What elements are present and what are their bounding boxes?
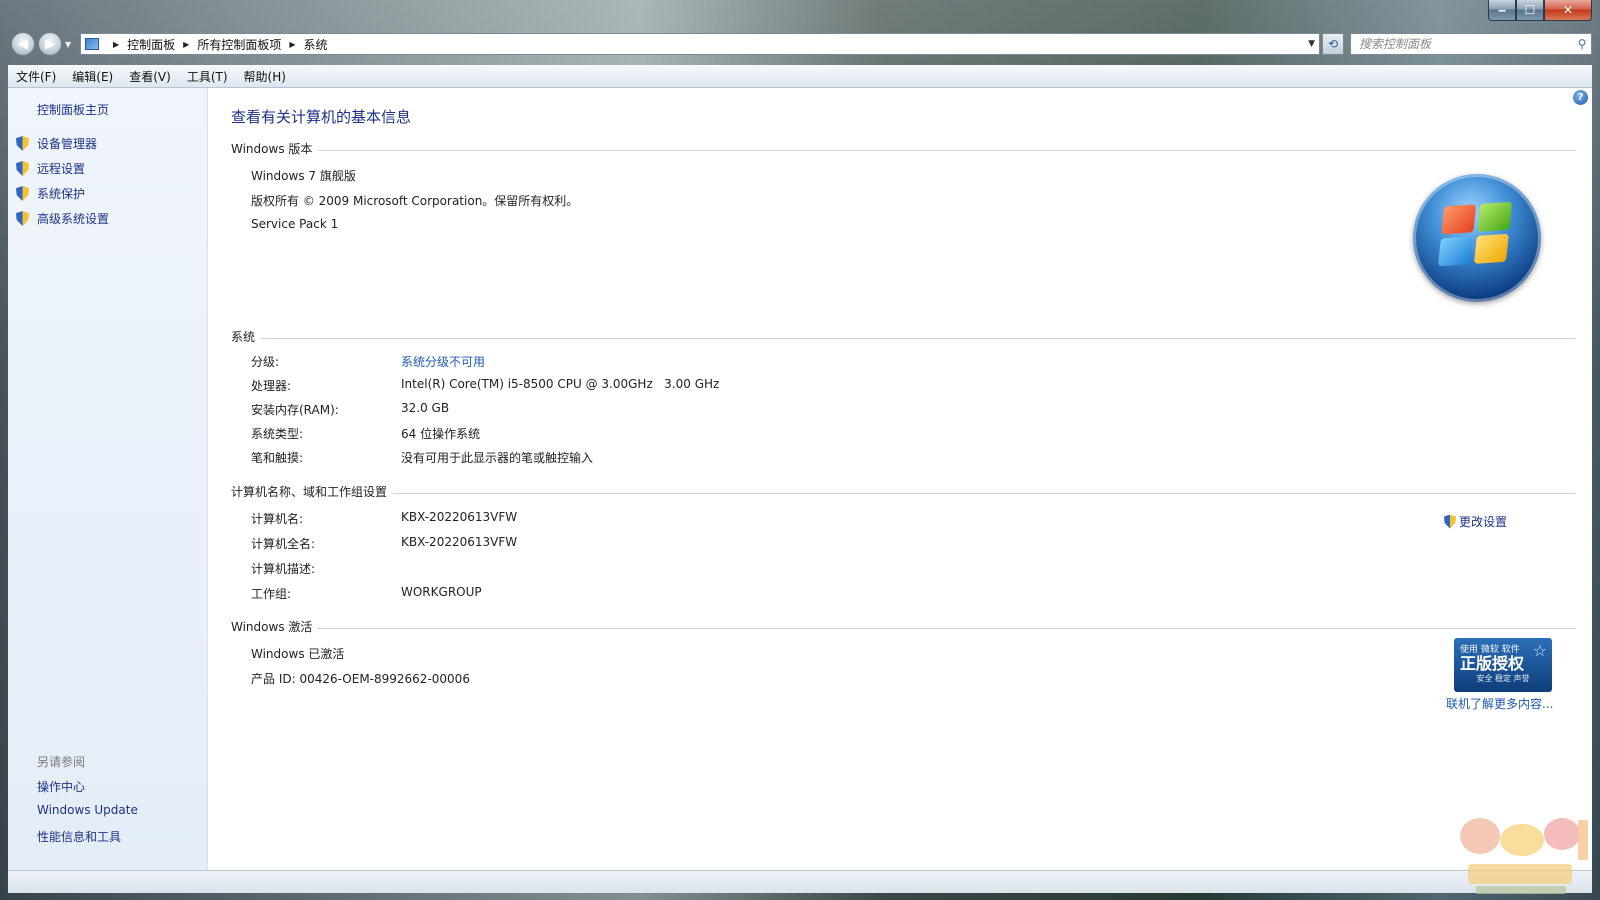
computer-name-value: KBX-20220613VFW (401, 510, 518, 524)
windows-flag-icon (1437, 201, 1515, 269)
sidebar-item-label: 高级系统设置 (37, 212, 110, 226)
windows-logo (1413, 174, 1541, 302)
star-icon: ☆ (1532, 641, 1547, 660)
section-system: 系统 (231, 328, 1576, 345)
windows-edition: Windows 7 旗舰版 (251, 169, 356, 183)
menu-edit[interactable]: 编辑(E) (64, 68, 121, 85)
section-windows-edition: Windows 版本 (231, 140, 1576, 157)
sidebar-item-label: 系统保护 (37, 187, 86, 201)
section-divider (261, 337, 1576, 339)
workgroup-value: WORKGROUP (401, 585, 482, 599)
chevron-right-icon[interactable]: ▶ (289, 40, 295, 49)
workgroup-label: 工作组: (251, 587, 292, 601)
maximize-button[interactable]: ☐ (1516, 0, 1544, 21)
forward-button[interactable]: ▶ (38, 32, 62, 56)
see-also-heading: 另请参阅 (37, 755, 86, 769)
ram-value: 32.0 GB (401, 401, 450, 415)
sidebar: 控制面板主页 设备管理器 远程设置 系统保护 高级系统设置 另请参阅 操作中心 … (8, 88, 208, 870)
rating-label: 分级: (251, 355, 280, 369)
chevron-right-icon[interactable]: ▶ (113, 40, 119, 49)
breadcrumb-control-panel[interactable]: 控制面板 (127, 36, 175, 53)
breadcrumb-all-items[interactable]: 所有控制面板项 (197, 36, 281, 53)
pen-touch-label: 笔和触摸: (251, 451, 304, 465)
menu-file[interactable]: 文件(F) (8, 68, 64, 85)
full-name-label: 计算机全名: (251, 537, 316, 551)
section-title: Windows 版本 (231, 142, 313, 156)
control-panel-icon (85, 38, 99, 50)
menu-bar: 文件(F) 编辑(E) 查看(V) 工具(T) 帮助(H) (8, 65, 1592, 88)
product-id: 产品 ID: 00426-OEM-8992662-00006 (251, 672, 470, 686)
shield-icon (1444, 514, 1456, 529)
page-title: 查看有关计算机的基本信息 (231, 108, 412, 126)
arrow-right-icon: ▶ (45, 36, 55, 52)
pen-touch-value: 没有可用于此显示器的笔或触控输入 (401, 451, 594, 465)
genuine-badge[interactable]: 使用 微软 软件 正版授权 安全 稳定 声誉 ☆ (1454, 638, 1552, 692)
help-icon[interactable]: ? (1573, 90, 1588, 105)
section-title: 计算机名称、域和工作组设置 (231, 485, 388, 499)
section-divider (318, 149, 1576, 151)
system-type-value: 64 位操作系统 (401, 427, 481, 441)
section-activation: Windows 激活 (231, 618, 1576, 635)
breadcrumb-system[interactable]: 系统 (304, 36, 328, 53)
change-settings-label: 更改设置 (1459, 515, 1508, 529)
sidebar-item-remote-settings[interactable]: 远程设置 (16, 160, 85, 177)
menu-view[interactable]: 查看(V) (121, 68, 179, 85)
description-label: 计算机描述: (251, 562, 316, 576)
back-button[interactable]: ◀ (11, 32, 35, 56)
section-title: 系统 (231, 330, 256, 344)
minimize-button[interactable]: ‒ (1488, 0, 1516, 21)
arrow-left-icon: ◀ (18, 36, 28, 52)
content-area: 控制面板主页 设备管理器 远程设置 系统保护 高级系统设置 另请参阅 操作中心 … (8, 88, 1592, 870)
see-also-performance-tools[interactable]: 性能信息和工具 (37, 828, 121, 845)
full-name-value: KBX-20220613VFW (401, 535, 518, 549)
address-dropdown-icon[interactable]: ▼ (1308, 39, 1315, 49)
learn-more-link[interactable]: 联机了解更多内容... (1446, 695, 1553, 712)
service-pack: Service Pack 1 (251, 217, 339, 231)
rating-link[interactable]: 系统分级不可用 (401, 353, 485, 370)
navigation-bar: ◀ ▶ ▼ ▶ 控制面板 ▶ 所有控制面板项 ▶ 系统 ▼ ⟲ ⚲ (8, 30, 1592, 60)
section-divider (318, 627, 1576, 629)
see-also-windows-update[interactable]: Windows Update (37, 803, 138, 817)
activation-status: Windows 已激活 (251, 647, 345, 661)
computer-name-label: 计算机名: (251, 512, 304, 526)
section-title: Windows 激活 (231, 620, 313, 634)
close-button[interactable]: ✕ (1544, 0, 1592, 21)
shield-icon (16, 161, 29, 176)
search-box[interactable]: ⚲ (1350, 33, 1592, 55)
address-bar[interactable]: ▶ 控制面板 ▶ 所有控制面板项 ▶ 系统 ▼ (80, 33, 1320, 55)
search-icon[interactable]: ⚲ (1573, 37, 1591, 51)
refresh-icon: ⟲ (1327, 37, 1339, 51)
processor-value: Intel(R) Core(TM) i5-8500 CPU @ 3.00GHz … (401, 377, 720, 391)
window-controls: ‒ ☐ ✕ (1488, 0, 1592, 21)
sidebar-item-system-protection[interactable]: 系统保护 (16, 185, 85, 202)
shield-icon (16, 186, 29, 201)
copyright-text: 版权所有 © 2009 Microsoft Corporation。保留所有权利… (251, 194, 579, 208)
section-computer-name: 计算机名称、域和工作组设置 (231, 483, 1576, 500)
sidebar-item-advanced-settings[interactable]: 高级系统设置 (16, 210, 109, 227)
status-bar (8, 870, 1592, 893)
history-dropdown-icon[interactable]: ▼ (65, 40, 71, 49)
shield-icon (16, 136, 29, 151)
ram-label: 安装内存(RAM): (251, 403, 339, 417)
system-type-label: 系统类型: (251, 427, 304, 441)
genuine-badge-sub: 安全 稳定 声誉 (1476, 674, 1530, 683)
menu-help[interactable]: 帮助(H) (236, 68, 294, 85)
menu-tools[interactable]: 工具(T) (179, 68, 236, 85)
change-settings-link[interactable]: 更改设置 (1444, 513, 1507, 530)
processor-label: 处理器: (251, 379, 292, 393)
section-divider (393, 492, 1576, 494)
shield-icon (16, 211, 29, 226)
refresh-button[interactable]: ⟲ (1322, 33, 1344, 55)
sidebar-item-label: 设备管理器 (37, 137, 98, 151)
sidebar-control-panel-home[interactable]: 控制面板主页 (37, 101, 109, 118)
chevron-right-icon[interactable]: ▶ (183, 40, 189, 49)
main-panel: ? 查看有关计算机的基本信息 Windows 版本 Windows 7 旗舰版 … (208, 88, 1592, 870)
sidebar-item-label: 远程设置 (37, 162, 86, 176)
search-input[interactable] (1351, 36, 1573, 52)
see-also-action-center[interactable]: 操作中心 (37, 778, 85, 795)
sidebar-item-device-manager[interactable]: 设备管理器 (16, 135, 97, 152)
